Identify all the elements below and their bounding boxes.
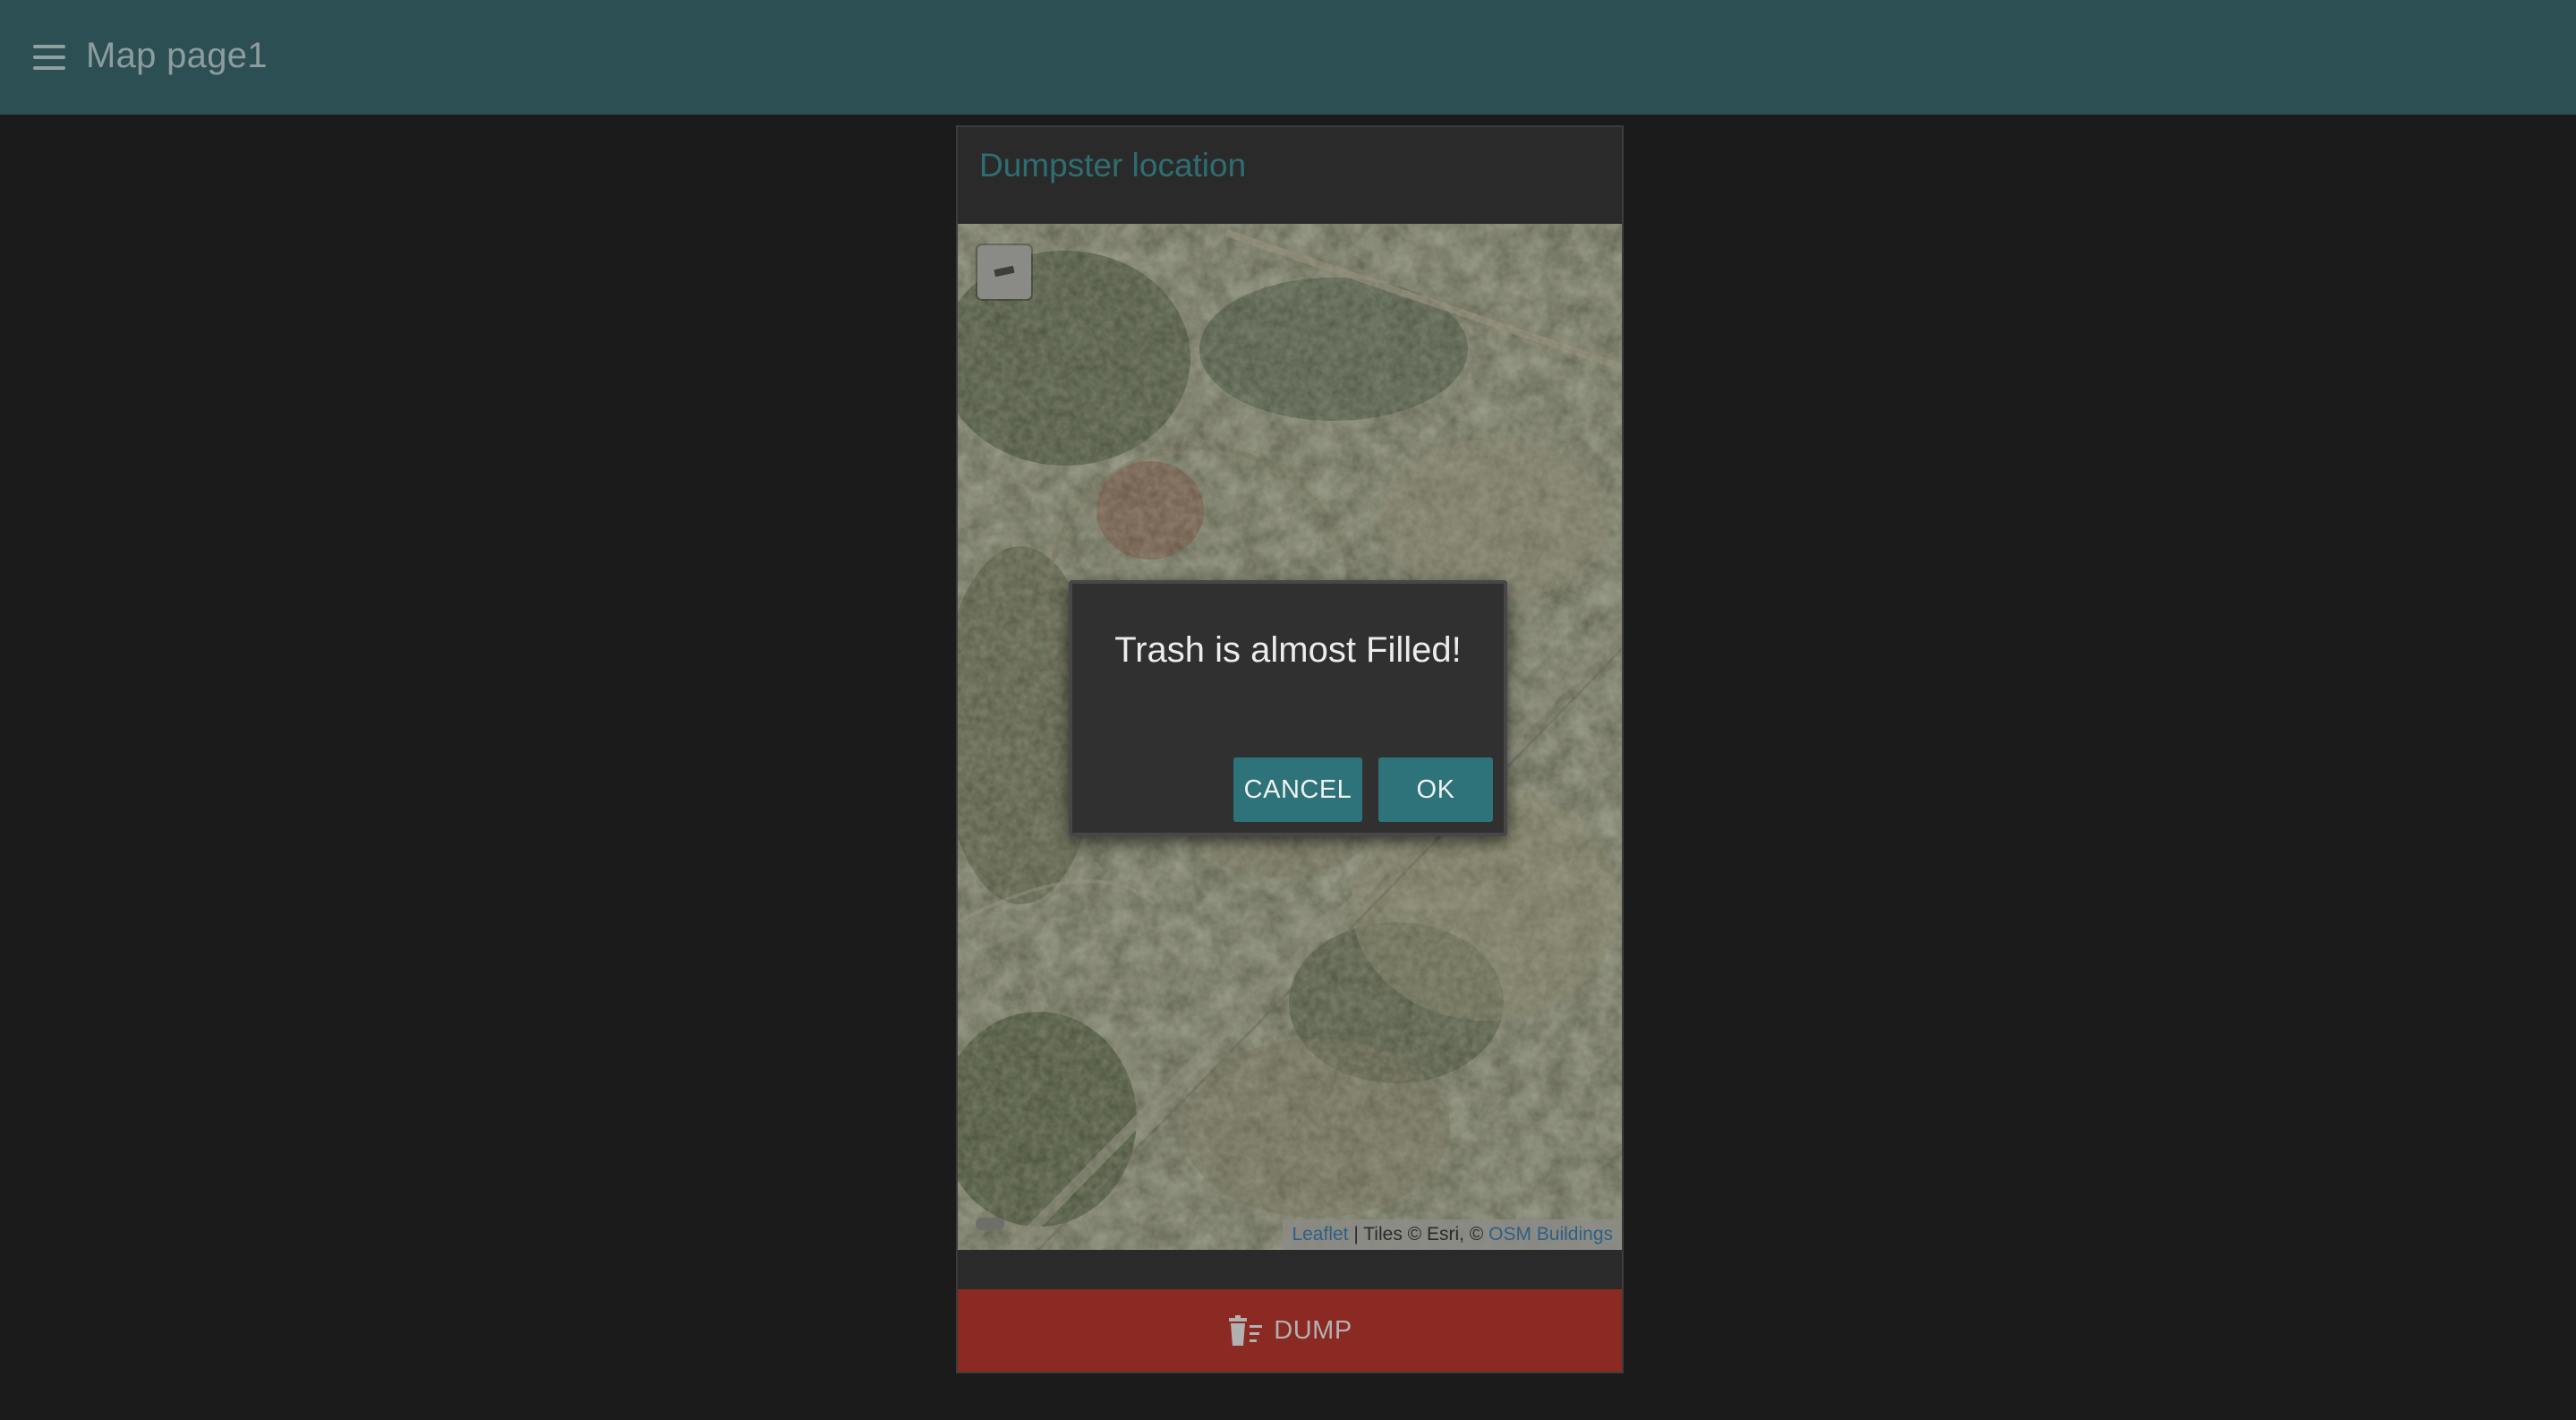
cancel-button[interactable]: CANCEL [1233,757,1362,822]
alert-dialog: Trash is almost Filled! CANCEL OK [1069,580,1507,836]
dialog-message: Trash is almost Filled! [1114,630,1462,670]
ok-button[interactable]: OK [1378,757,1493,822]
